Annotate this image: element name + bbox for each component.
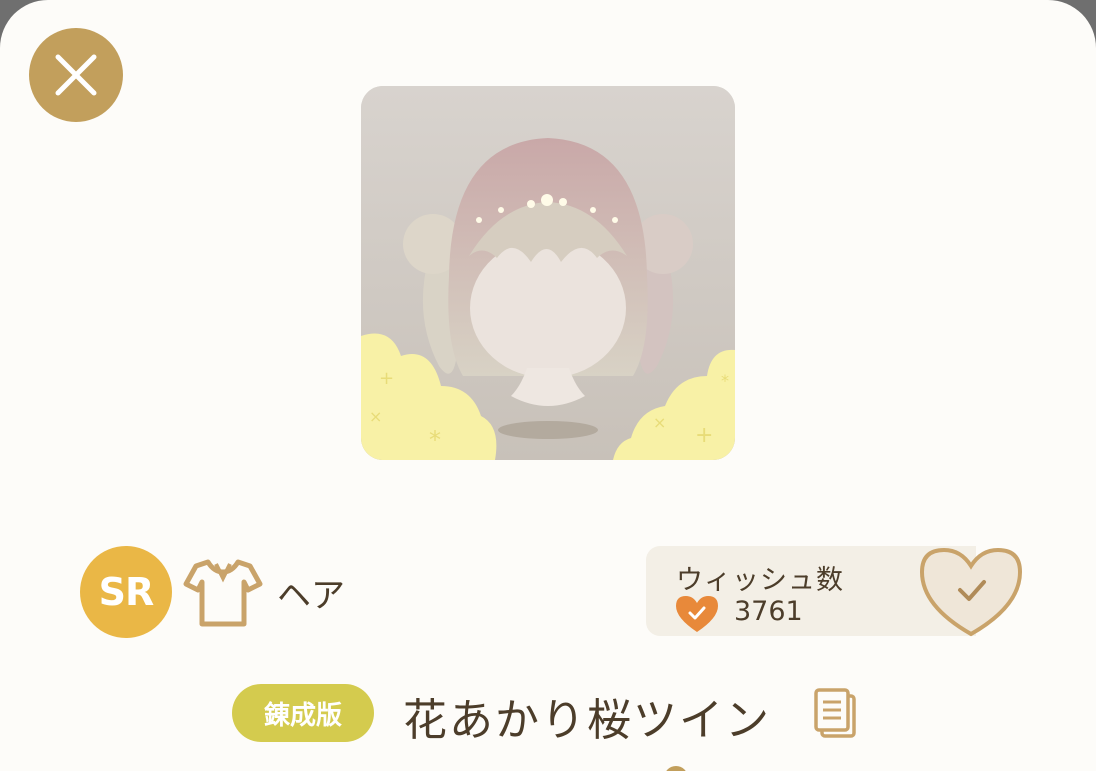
close-icon [55, 54, 97, 96]
svg-text:*: * [429, 426, 441, 454]
wish-count-value: 3761 [734, 596, 803, 627]
wish-heart-button[interactable] [918, 544, 1024, 638]
svg-text:*: * [721, 371, 729, 390]
heart-check-icon [676, 596, 718, 632]
category-label: ヘア [277, 576, 345, 616]
rarity-badge: SR [80, 546, 172, 638]
rarity-label: SR [98, 570, 155, 614]
item-preview-card: + × * * × + [361, 86, 735, 460]
hair-mannequin-preview: + × * * × + [361, 86, 735, 460]
svg-text:×: × [369, 407, 382, 426]
copy-icon[interactable] [812, 688, 858, 740]
svg-text:×: × [653, 413, 666, 432]
svg-text:+: + [695, 423, 713, 448]
svg-text:+: + [379, 368, 394, 389]
edition-label: 錬成版 [263, 700, 342, 731]
shirt-icon [183, 559, 263, 627]
wish-count-title: ウィッシュ数 [676, 565, 844, 596]
close-button[interactable] [29, 28, 123, 122]
item-name: 花あかり桜ツイン [403, 695, 771, 746]
edition-badge: 錬成版 [232, 684, 374, 742]
